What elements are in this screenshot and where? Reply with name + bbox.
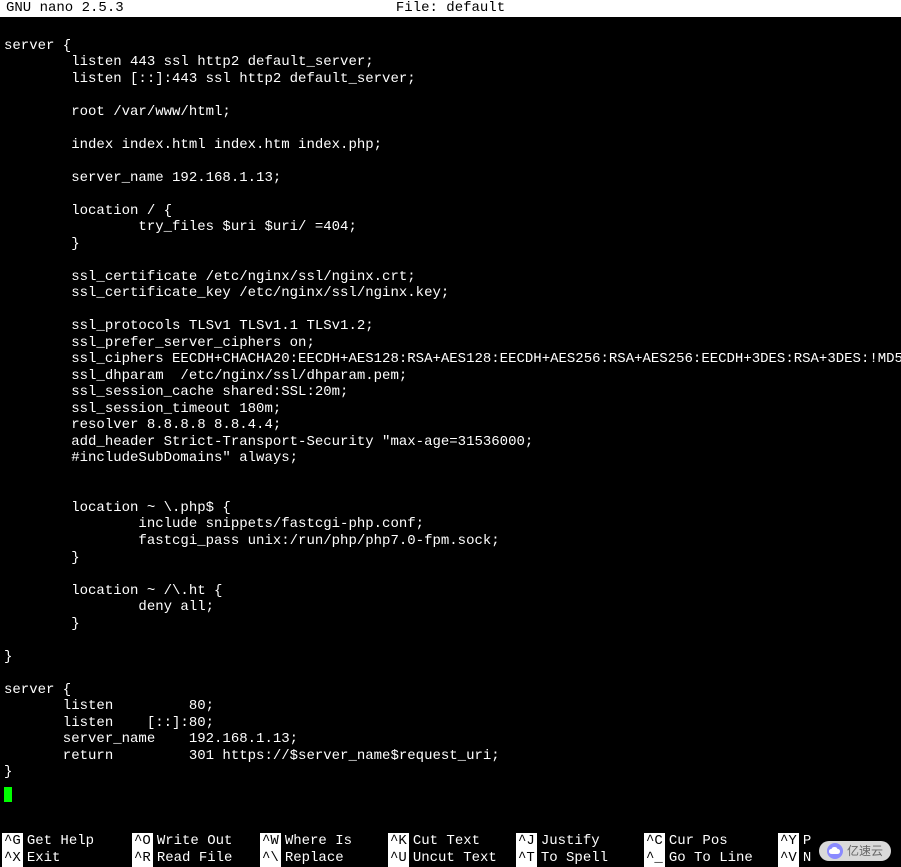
shortcut-cut-text[interactable]: ^KCut Text xyxy=(388,833,516,850)
editor-line: server_name 192.168.1.13; xyxy=(4,731,901,748)
editor-line: server { xyxy=(4,682,901,699)
editor-line: listen 443 ssl http2 default_server; xyxy=(4,54,901,71)
editor-line xyxy=(4,21,901,38)
editor-line: listen [::]:443 ssl http2 default_server… xyxy=(4,71,901,88)
editor-line: server_name 192.168.1.13; xyxy=(4,170,901,187)
shortcut-where-is[interactable]: ^WWhere Is xyxy=(260,833,388,850)
editor-line: listen 80; xyxy=(4,698,901,715)
editor-line: fastcgi_pass unix:/run/php/php7.0-fpm.so… xyxy=(4,533,901,550)
shortcut-get-help[interactable]: ^GGet Help xyxy=(0,833,132,850)
editor-line: } xyxy=(4,236,901,253)
shortcut-exit[interactable]: ^XExit xyxy=(0,850,132,867)
editor-line: index index.html index.htm index.php; xyxy=(4,137,901,154)
title-bar: GNU nano 2.5.3 File: default xyxy=(0,0,901,17)
editor-line: } xyxy=(4,764,901,781)
shortcut-uncut-text[interactable]: ^UUncut Text xyxy=(388,850,516,867)
editor-line xyxy=(4,87,901,104)
shortcut-next-page[interactable]: ^VN xyxy=(778,850,808,867)
editor-line: ssl_certificate /etc/nginx/ssl/nginx.crt… xyxy=(4,269,901,286)
editor-line xyxy=(4,632,901,649)
editor-line: location ~ \.php$ { xyxy=(4,500,901,517)
editor-line xyxy=(4,467,901,484)
editor-content[interactable]: server { listen 443 ssl http2 default_se… xyxy=(0,17,901,781)
editor-line: resolver 8.8.8.8 8.8.4.4; xyxy=(4,417,901,434)
shortcut-write-out[interactable]: ^OWrite Out xyxy=(132,833,260,850)
editor-line: } xyxy=(4,616,901,633)
editor-line: location / { xyxy=(4,203,901,220)
editor-line: ssl_session_cache shared:SSL:20m; xyxy=(4,384,901,401)
editor-line xyxy=(4,483,901,500)
editor-line xyxy=(4,665,901,682)
editor-line: ssl_dhparam /etc/nginx/ssl/dhparam.pem; xyxy=(4,368,901,385)
editor-line xyxy=(4,302,901,319)
editor-line xyxy=(4,186,901,203)
shortcut-justify[interactable]: ^JJustify xyxy=(516,833,644,850)
shortcut-row-1: ^GGet Help ^OWrite Out ^WWhere Is ^KCut … xyxy=(0,833,901,850)
editor-line: server { xyxy=(4,38,901,55)
file-label: File: default xyxy=(396,0,505,17)
editor-line: ssl_ciphers EECDH+CHACHA20:EECDH+AES128:… xyxy=(4,351,901,368)
shortcut-to-spell[interactable]: ^TTo Spell xyxy=(516,850,644,867)
shortcut-read-file[interactable]: ^RRead File xyxy=(132,850,260,867)
editor-line: ssl_session_timeout 180m; xyxy=(4,401,901,418)
editor-line: return 301 https://$server_name$request_… xyxy=(4,748,901,765)
editor-line: } xyxy=(4,550,901,567)
cursor xyxy=(0,781,901,802)
shortcut-bar: ^GGet Help ^OWrite Out ^WWhere Is ^KCut … xyxy=(0,833,901,867)
shortcut-replace[interactable]: ^\Replace xyxy=(260,850,388,867)
shortcut-go-to-line[interactable]: ^_Go To Line xyxy=(644,850,778,867)
editor-line: } xyxy=(4,649,901,666)
editor-line xyxy=(4,252,901,269)
editor-line: ssl_prefer_server_ciphers on; xyxy=(4,335,901,352)
editor-line: root /var/www/html; xyxy=(4,104,901,121)
editor-line: deny all; xyxy=(4,599,901,616)
editor-line: ssl_certificate_key /etc/nginx/ssl/nginx… xyxy=(4,285,901,302)
editor-line xyxy=(4,153,901,170)
cloud-icon xyxy=(827,843,843,859)
editor-line: try_files $uri $uri/ =404; xyxy=(4,219,901,236)
shortcut-row-2: ^XExit ^RRead File ^\Replace ^UUncut Tex… xyxy=(0,850,901,867)
watermark-text: 亿速云 xyxy=(847,844,883,858)
editor-line xyxy=(4,566,901,583)
editor-line: ssl_protocols TLSv1 TLSv1.1 TLSv1.2; xyxy=(4,318,901,335)
watermark: 亿速云 xyxy=(819,841,891,861)
editor-line: location ~ /\.ht { xyxy=(4,583,901,600)
editor-line: listen [::]:80; xyxy=(4,715,901,732)
editor-line: #includeSubDomains" always; xyxy=(4,450,901,467)
editor-line: add_header Strict-Transport-Security "ma… xyxy=(4,434,901,451)
editor-line: include snippets/fastcgi-php.conf; xyxy=(4,516,901,533)
shortcut-cur-pos[interactable]: ^CCur Pos xyxy=(644,833,778,850)
editor-line xyxy=(4,120,901,137)
app-name: GNU nano 2.5.3 xyxy=(6,0,124,17)
shortcut-prev-page[interactable]: ^YP xyxy=(778,833,808,850)
